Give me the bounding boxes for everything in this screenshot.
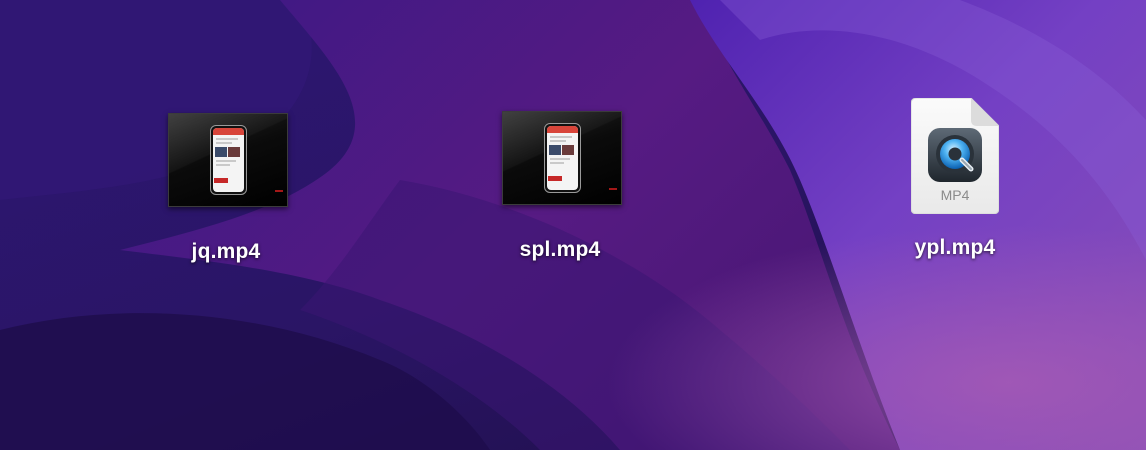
- screen-thumb-image: [215, 147, 227, 157]
- file-type-label: MP4: [940, 187, 970, 203]
- screen-red-tag: [214, 178, 228, 183]
- desktop-icon-spl-mp4[interactable]: spl.mp4: [460, 98, 660, 273]
- phone-preview-icon: [544, 123, 581, 193]
- screen-text-line: [216, 138, 238, 140]
- screen-thumb-image: [228, 147, 240, 157]
- thumbnail-red-mark: [609, 188, 617, 190]
- screen-text-line: [550, 136, 572, 138]
- screen-text-line: [550, 140, 566, 142]
- file-name-label: ypl.mp4: [914, 236, 996, 259]
- thumbnail-red-mark: [275, 190, 283, 192]
- video-thumbnail: [502, 111, 622, 205]
- file-name-label: spl.mp4: [519, 238, 601, 261]
- video-thumbnail: [168, 113, 288, 207]
- screen-header-bar: [547, 126, 578, 133]
- screen-thumb-image: [549, 145, 561, 155]
- screen-text-line: [550, 162, 564, 164]
- screen-red-tag: [548, 176, 562, 181]
- screen-text-line: [216, 142, 232, 144]
- phone-preview-icon: [210, 125, 247, 195]
- screen-thumb-image: [562, 145, 574, 155]
- screen-text-line: [216, 160, 236, 162]
- screen-text-line: [216, 164, 230, 166]
- phone-screen: [213, 128, 244, 192]
- screen-header-bar: [213, 128, 244, 135]
- desktop-icon-ypl-mp4[interactable]: MP4 ypl.mp4: [855, 96, 1055, 271]
- file-name-label: jq.mp4: [191, 240, 261, 263]
- document-icon: MP4: [910, 97, 1000, 215]
- phone-screen: [547, 126, 578, 190]
- desktop-icon-jq-mp4[interactable]: jq.mp4: [126, 100, 326, 275]
- screen-text-line: [550, 158, 570, 160]
